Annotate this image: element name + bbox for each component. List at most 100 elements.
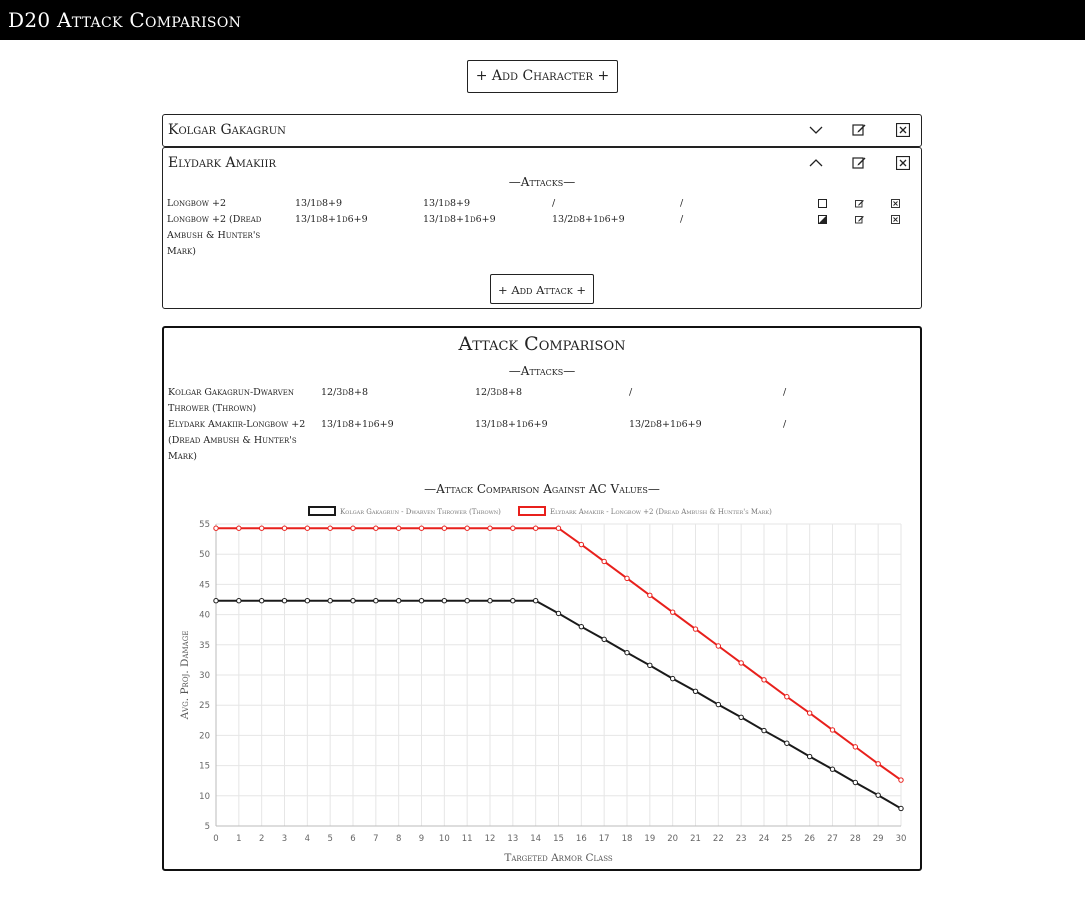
attacks-heading: —Attacks— <box>508 175 576 189</box>
delete-icon[interactable] <box>896 156 910 170</box>
delete-attack-icon[interactable] <box>891 199 900 208</box>
data-point <box>829 727 836 733</box>
x-tick-label: 11 <box>462 834 473 844</box>
comparison-col-3: / <box>629 387 633 398</box>
data-point <box>738 714 744 720</box>
character-name: Elydark Amakiir <box>168 155 276 171</box>
select-checkbox[interactable] <box>818 215 827 224</box>
x-tick-label: 21 <box>690 834 701 844</box>
x-tick-label: 30 <box>896 834 907 844</box>
x-axis-title: Targeted Armor Class <box>504 852 613 864</box>
data-point <box>624 575 630 582</box>
y-tick-label: 35 <box>199 641 210 651</box>
legend-swatch <box>518 506 546 516</box>
data-point <box>327 525 333 531</box>
x-tick-label: 5 <box>327 834 332 844</box>
x-tick-label: 27 <box>827 834 838 844</box>
data-point <box>395 598 402 604</box>
comparison-attack-name: Kolgar Gakagrun-Dwarven Thrower (Thrown) <box>168 387 294 414</box>
data-point <box>669 609 676 615</box>
edit-icon[interactable] <box>852 156 866 170</box>
data-point <box>236 598 242 604</box>
comparison-row: Kolgar Gakagrun-Dwarven Thrower (Thrown)… <box>168 385 918 417</box>
x-tick-label: 1 <box>236 834 241 844</box>
x-tick-label: 0 <box>213 834 218 844</box>
data-point <box>715 643 722 649</box>
y-tick-label: 50 <box>199 550 210 560</box>
comparison-col-2: 12/3d8+8 <box>475 387 522 398</box>
app-title: D20 Attack Comparison <box>8 8 242 32</box>
data-point <box>578 541 585 548</box>
data-point <box>464 598 470 604</box>
data-point <box>418 525 425 531</box>
data-point <box>898 805 904 812</box>
delete-icon[interactable] <box>896 123 910 137</box>
data-point <box>464 525 470 531</box>
comparison-card: Attack Comparison —Attacks— Kolgar Gakag… <box>162 326 922 871</box>
x-tick-label: 18 <box>622 834 633 844</box>
chevron-up-icon[interactable] <box>809 156 823 170</box>
data-point <box>213 525 219 531</box>
y-tick-label: 45 <box>199 580 210 590</box>
data-point <box>806 710 813 716</box>
legend-swatch <box>308 506 336 516</box>
character-header: Kolgar Gakagrun <box>163 115 921 145</box>
y-tick-label: 55 <box>199 520 210 530</box>
x-tick-label: 24 <box>759 834 770 844</box>
y-tick-label: 15 <box>199 762 210 772</box>
x-tick-label: 13 <box>507 834 518 844</box>
data-point <box>875 792 881 798</box>
attack-col-4: / <box>680 214 684 225</box>
character-header: Elydark Amakiir <box>163 148 921 178</box>
delete-attack-icon[interactable] <box>891 215 900 224</box>
data-point <box>601 558 607 565</box>
data-point <box>350 598 356 604</box>
comparison-col-1: 12/3d8+8 <box>321 387 368 398</box>
edit-icon[interactable] <box>852 123 866 137</box>
attack-col-2: 13/1d8+1d6+9 <box>423 214 496 225</box>
edit-attack-icon[interactable] <box>855 199 864 208</box>
data-point <box>327 598 333 604</box>
character-name: Kolgar Gakagrun <box>168 122 286 138</box>
select-checkbox[interactable] <box>818 199 827 208</box>
data-point <box>715 701 722 708</box>
data-point <box>532 598 539 604</box>
chevron-down-icon[interactable] <box>809 123 823 137</box>
attack-col-4: / <box>680 198 684 209</box>
data-point <box>761 727 767 734</box>
character-card: Kolgar Gakagrun <box>162 114 922 147</box>
x-tick-label: 7 <box>373 834 378 844</box>
data-point <box>829 766 836 772</box>
line-chart: 0 1 2 3 4 5 6 7 8 9 10 11 12 13 14 15 16 17 18 19 20 21 22 23 24… <box>179 506 907 864</box>
add-character-wrap: + Add Character + <box>0 60 1085 93</box>
comparison-col-1: 13/1d8+1d6+9 <box>321 419 394 430</box>
data-point <box>441 525 448 531</box>
y-tick-label: 5 <box>205 822 210 832</box>
data-point <box>806 753 813 760</box>
data-point <box>510 525 516 531</box>
data-point <box>555 525 562 531</box>
x-tick-label: 2 <box>259 834 264 844</box>
data-point <box>350 525 356 531</box>
x-tick-label: 3 <box>282 834 287 844</box>
edit-attack-icon[interactable] <box>855 215 864 224</box>
data-point <box>852 744 859 750</box>
x-tick-label: 8 <box>396 834 401 844</box>
x-tick-label: 14 <box>530 834 541 844</box>
data-point <box>669 675 676 682</box>
data-point <box>304 598 311 604</box>
x-tick-label: 23 <box>736 834 747 844</box>
data-point <box>281 598 288 604</box>
data-point <box>441 598 448 604</box>
data-point <box>784 694 790 700</box>
add-attack-button[interactable]: + Add Attack + <box>490 274 594 304</box>
y-tick-label: 20 <box>199 731 210 741</box>
attack-name: Longbow +2 <box>167 198 226 209</box>
comparison-col-2: 13/1d8+1d6+9 <box>475 419 548 430</box>
data-point <box>647 592 653 598</box>
y-axis-title: Avg. Proj. Damage <box>179 631 191 721</box>
data-point <box>692 626 699 632</box>
add-character-button[interactable]: + Add Character + <box>466 60 619 93</box>
data-point <box>258 525 265 531</box>
data-point <box>487 598 493 604</box>
